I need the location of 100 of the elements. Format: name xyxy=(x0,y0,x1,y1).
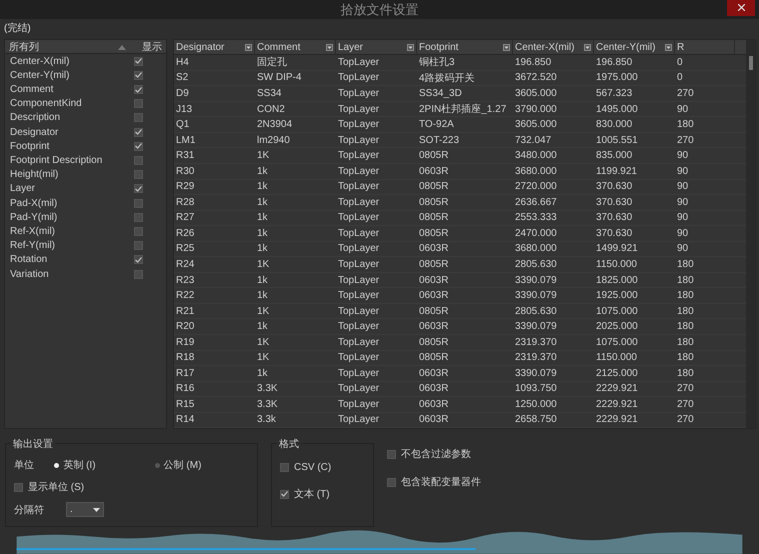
table-cell-text: 1925.000 xyxy=(595,289,639,303)
radio-button[interactable]: 公制 (M) xyxy=(154,458,249,472)
table-cell-text: 1K xyxy=(256,304,270,318)
checkbox[interactable] xyxy=(134,212,143,222)
option-checkbox[interactable]: 不包含过滤参数 xyxy=(387,447,481,462)
table-cell-text: R18 xyxy=(175,351,196,366)
table-cell-text: SS34_3D xyxy=(418,86,463,101)
show-units-checkbox[interactable]: 显示单位 (S) xyxy=(14,480,84,494)
column-header[interactable]: R xyxy=(675,40,735,54)
table-cell-text: TopLayer xyxy=(337,56,380,70)
filter-icon[interactable] xyxy=(407,44,414,51)
checkbox[interactable] xyxy=(134,70,143,80)
checkbox[interactable] xyxy=(134,241,143,250)
table-cell-text: 0 xyxy=(676,71,684,86)
table-cell-text: 4路拨码开关 xyxy=(418,72,476,86)
table-cell-text: TopLayer xyxy=(337,164,380,178)
table-cell-text: 1075.000 xyxy=(595,304,639,318)
column-name: Footprint xyxy=(10,140,50,152)
table-cell-text: 2470.000 xyxy=(514,226,558,241)
option-checkbox[interactable]: 包含装配变量器件 xyxy=(387,475,481,490)
column-name: ComponentKind xyxy=(10,98,83,110)
table-cell-text: 3680.000 xyxy=(514,164,558,178)
column-header[interactable]: 显示 xyxy=(142,40,162,54)
table-cell-text: 1825.000 xyxy=(595,274,639,288)
table-cell-text: R28 xyxy=(175,196,196,210)
filter-icon[interactable] xyxy=(665,44,672,51)
table-cell-text: 3390.079 xyxy=(514,366,558,381)
table-cell-text: 1K xyxy=(256,336,270,350)
checkbox[interactable] xyxy=(134,170,143,180)
table-cell-text: 2553.333 xyxy=(514,211,558,226)
table-cell-text: 2720.000 xyxy=(514,180,558,194)
checkbox[interactable] xyxy=(134,270,143,279)
table-cell-text: 196.850 xyxy=(514,56,552,70)
radio-button[interactable]: 英制 (I) xyxy=(54,458,149,472)
table-cell-text: 3672.520 xyxy=(514,71,558,86)
filter-icon[interactable] xyxy=(326,44,333,51)
filter-icon[interactable] xyxy=(245,44,252,51)
column-header[interactable]: Designator xyxy=(174,40,255,54)
scrollbar-thumb[interactable] xyxy=(748,56,752,70)
table-cell-text: 830.000 xyxy=(595,118,634,132)
table-cell-text: 0603R xyxy=(418,289,450,303)
checkbox[interactable] xyxy=(134,142,143,151)
checkbox[interactable] xyxy=(134,99,143,108)
table-cell-text: 3.3K xyxy=(256,398,279,412)
table-cell-text: TopLayer xyxy=(337,226,380,241)
table-cell-text: 2025.000 xyxy=(595,320,639,334)
table-cell-text: 2229.921 xyxy=(595,382,639,396)
table-cell-text: R25 xyxy=(175,242,196,256)
table-cell-text: TopLayer xyxy=(337,196,380,210)
table-cell-text: 270 xyxy=(676,382,695,396)
table-cell-text: 2805.630 xyxy=(514,258,558,272)
column-header[interactable]: Center-X(mil) xyxy=(513,40,594,54)
checkbox[interactable] xyxy=(134,226,143,236)
format-checkbox[interactable]: CSV (C) xyxy=(280,462,365,474)
checkbox[interactable] xyxy=(134,156,143,166)
checkbox[interactable] xyxy=(134,184,143,194)
checkbox[interactable] xyxy=(134,198,143,208)
table-cell-text: 2PIN杜邦插座_1.27 xyxy=(418,102,508,116)
column-header[interactable]: Center-Y(mil) xyxy=(594,40,675,54)
table-cell-text: TopLayer xyxy=(337,336,380,350)
table-cell-text: TopLayer xyxy=(337,366,380,381)
checkbox[interactable] xyxy=(134,85,143,94)
column-header[interactable]: Layer xyxy=(336,40,417,54)
column-header[interactable]: 所有列 xyxy=(9,40,118,54)
sort-icon[interactable] xyxy=(118,44,126,50)
table-cell-text: 2805.630 xyxy=(514,304,558,318)
table-cell-text: 567.323 xyxy=(595,86,634,101)
table-cell-text: 1k xyxy=(256,211,269,226)
table-cell-text: 0603R xyxy=(418,398,450,412)
checkbox[interactable] xyxy=(134,113,143,122)
table-cell-text: 1150.000 xyxy=(595,258,638,272)
table-cell-text: R24 xyxy=(175,258,196,272)
filter-icon[interactable] xyxy=(584,44,591,51)
table-cell-text: TopLayer xyxy=(337,211,380,226)
scrollbar[interactable] xyxy=(746,40,755,428)
table-cell-text: 3605.000 xyxy=(514,86,558,101)
format-checkbox[interactable]: 文本 (T) xyxy=(280,487,365,502)
checkbox[interactable] xyxy=(134,255,143,264)
table-cell-text: 1k xyxy=(256,180,269,194)
table-cell-text: 1975.000 xyxy=(595,71,639,86)
separator-dropdown[interactable]: . xyxy=(66,502,104,518)
close-button[interactable] xyxy=(727,0,755,16)
table-cell-text: 90 xyxy=(676,242,690,256)
table-cell-text: TopLayer xyxy=(337,180,380,194)
table-cell-text: 3390.079 xyxy=(514,289,558,303)
table-cell-text: 90 xyxy=(676,102,690,116)
column-header[interactable]: Footprint xyxy=(417,40,513,54)
table-cell-text: TopLayer xyxy=(337,304,380,318)
table-cell-text: TO-92A xyxy=(418,118,455,132)
checkbox[interactable] xyxy=(134,128,143,137)
filter-icon[interactable] xyxy=(503,44,510,51)
column-name: Description xyxy=(10,112,62,124)
table-cell-text: 370.630 xyxy=(595,196,634,210)
table-cell-text: R17 xyxy=(175,366,196,381)
column-header[interactable]: Comment xyxy=(255,40,336,54)
table-cell-text: R15 xyxy=(175,398,196,412)
table-cell-text: 0805R xyxy=(418,211,450,226)
checkbox[interactable] xyxy=(134,56,143,66)
table-cell-text: TopLayer xyxy=(337,71,380,86)
column-name: Ref-Y(mil) xyxy=(10,240,56,252)
